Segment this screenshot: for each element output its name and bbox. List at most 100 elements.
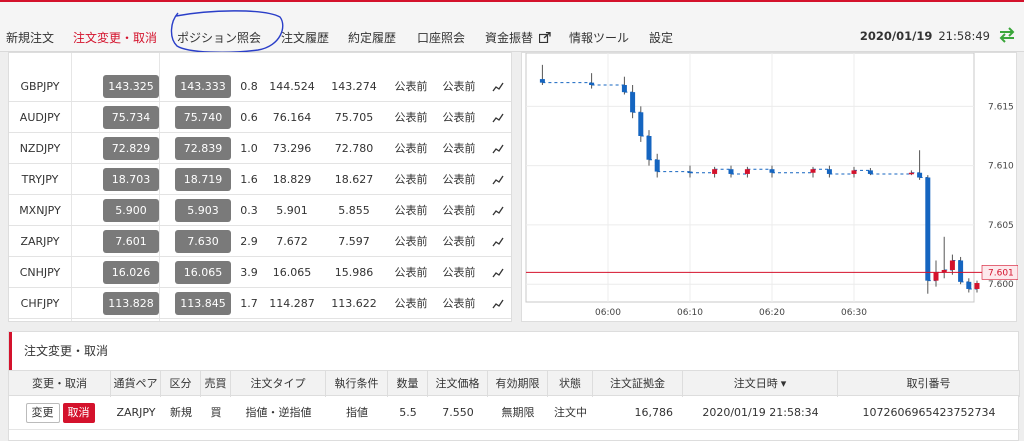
rate-pair: GBPJPY xyxy=(20,80,60,93)
order-col-header-label: 売買 xyxy=(204,377,227,390)
candle-up xyxy=(851,170,857,174)
rate-release-2: 公表前 xyxy=(442,266,476,279)
bid-rate-button[interactable]: 143.325 xyxy=(103,75,159,98)
ask-rate-button[interactable]: 7.630 xyxy=(175,230,231,253)
bid-rate-button[interactable]: 18.703 xyxy=(103,168,159,191)
candle-up xyxy=(810,169,816,173)
rate-release-1: 公表前 xyxy=(394,80,428,93)
rate-release-2: 公表前 xyxy=(442,204,476,217)
candle-down xyxy=(630,92,636,113)
order-type: 指値・逆指値 xyxy=(245,406,312,419)
sync-arrows-icon[interactable] xyxy=(998,26,1016,44)
ask-rate-button[interactable]: 143.333 xyxy=(175,75,231,98)
order-col-header-label: 取引番号 xyxy=(906,377,951,390)
plot-area xyxy=(525,53,975,303)
candle-up xyxy=(933,272,939,281)
mini-chart-icon[interactable] xyxy=(487,288,509,319)
rate-spread: 3.9 xyxy=(240,266,258,279)
nav-fund-transfer[interactable]: 資金振替 xyxy=(485,29,551,46)
mini-chart-icon[interactable] xyxy=(487,195,509,226)
rate-pair: ZARJPY xyxy=(20,235,60,248)
order-col-header: 数量 xyxy=(388,371,428,397)
mini-chart-icon[interactable] xyxy=(487,133,509,164)
nav-settings[interactable]: 設定 xyxy=(649,29,673,46)
rate-row[interactable]: ZARJPY 2.9 7.672 7.597 公表前 公表前 7.601 7.630 xyxy=(9,226,511,257)
candle-up xyxy=(744,169,750,174)
rate-low: 5.855 xyxy=(338,204,370,217)
rate-release-1: 公表前 xyxy=(394,142,428,155)
candle-down xyxy=(917,172,923,178)
candle-up xyxy=(712,169,718,174)
rate-row[interactable]: CNHJPY 3.9 16.065 15.986 公表前 公表前 16.026 16.065 xyxy=(9,257,511,288)
mini-chart-icon[interactable] xyxy=(487,226,509,257)
order-col-header-label: 数量 xyxy=(396,377,419,390)
bid-rate-button[interactable]: 75.734 xyxy=(103,106,159,129)
nav-execution-history[interactable]: 約定履歴 xyxy=(348,29,396,46)
candle-down xyxy=(966,281,972,289)
rate-row[interactable]: GBPJPY 0.8 144.524 143.274 公表前 公表前 143.325 143.… xyxy=(9,71,511,102)
candle-down xyxy=(687,171,693,174)
order-trade-number: 1072606965423752734 xyxy=(862,406,996,419)
bid-rate-button[interactable]: 5.900 xyxy=(103,199,159,222)
nav-new-order[interactable]: 新規注文 xyxy=(6,29,54,46)
nav-account-inquiry[interactable]: 口座照会 xyxy=(417,29,465,46)
candle-down xyxy=(728,169,734,174)
nav-info-tools[interactable]: 情報ツール xyxy=(569,29,629,46)
rate-release-2: 公表前 xyxy=(442,297,476,310)
y-tick-label: 7.605 xyxy=(988,221,1014,231)
rate-row[interactable]: MXNJPY 0.3 5.901 5.855 公表前 公表前 5.900 5.903 xyxy=(9,195,511,226)
candle-down xyxy=(769,169,775,173)
ask-rate-button[interactable]: 18.719 xyxy=(175,168,231,191)
rate-row[interactable]: NZDJPY 1.0 73.296 72.780 公表前 公表前 72.829 72.839 xyxy=(9,133,511,164)
nav-order-history[interactable]: 注文履歴 xyxy=(281,29,329,46)
rate-low: 72.780 xyxy=(334,142,374,155)
server-clock: 2020/01/19 21:58:49 xyxy=(860,29,990,43)
order-col-header-label: 執行条件 xyxy=(334,377,379,390)
ask-rate-button[interactable]: 16.065 xyxy=(175,261,231,284)
order-col-header: 有効期限 xyxy=(488,371,548,397)
candle-down xyxy=(826,169,832,174)
order-condition: 指値 xyxy=(346,406,368,419)
mini-chart-icon[interactable] xyxy=(487,257,509,288)
bid-rate-button[interactable]: 16.026 xyxy=(103,261,159,284)
rate-low: 143.274 xyxy=(331,80,377,93)
candle-down xyxy=(539,79,545,83)
nav-order-change-cancel[interactable]: 注文変更・取消 xyxy=(73,29,157,46)
rate-pair: MXNJPY xyxy=(19,204,61,217)
rate-high: 7.672 xyxy=(276,235,308,248)
order-col-header[interactable]: 注文日時 ▾ xyxy=(683,371,838,397)
current-price-label: 7.601 xyxy=(988,268,1014,278)
y-tick-label: 7.610 xyxy=(988,162,1014,172)
order-col-header-label: 有効期限 xyxy=(495,377,540,390)
mini-chart-icon[interactable] xyxy=(487,164,509,195)
ask-rate-button[interactable]: 5.903 xyxy=(175,199,231,222)
cancel-button[interactable]: 取消 xyxy=(62,403,95,423)
ask-rate-button[interactable]: 113.845 xyxy=(175,292,231,315)
ask-rate-button[interactable]: 75.740 xyxy=(175,106,231,129)
mini-chart-icon[interactable] xyxy=(487,102,509,133)
order-col-header-label: 注文タイプ xyxy=(250,377,306,390)
order-col-header-label: 状態 xyxy=(559,377,581,390)
change-button[interactable]: 変更 xyxy=(25,403,60,423)
rate-row[interactable]: CHFJPY 1.7 114.287 113.622 公表前 公表前 113.828 113.… xyxy=(9,288,511,319)
bid-rate-button[interactable]: 113.828 xyxy=(103,292,159,315)
order-price: 7.550 xyxy=(442,406,474,419)
nav-position-inquiry[interactable]: ポジション照会 xyxy=(177,29,261,46)
candle-down xyxy=(867,170,873,174)
rate-row[interactable]: TRYJPY 1.6 18.829 18.627 公表前 公表前 18.703 18.719 xyxy=(9,164,511,195)
x-tick-label: 06:00 xyxy=(595,308,621,318)
mini-chart-icon[interactable] xyxy=(487,71,509,102)
candle-up xyxy=(974,283,980,289)
order-quantity: 5.5 xyxy=(399,406,417,419)
rate-spread: 0.3 xyxy=(240,204,258,217)
candle-up xyxy=(908,172,914,175)
rate-row[interactable]: AUDJPY 0.6 76.164 75.705 公表前 公表前 75.734 75.740 xyxy=(9,102,511,133)
candlestick-chart[interactable]: 7.600 7.605 7.610 7.615 06:00 06:10 06:20 06:30… xyxy=(522,53,1018,323)
bid-rate-button[interactable]: 72.829 xyxy=(103,137,159,160)
order-col-header: 売買 xyxy=(201,371,231,397)
order-col-header: 状態 xyxy=(548,371,593,397)
ask-rate-button[interactable]: 72.839 xyxy=(175,137,231,160)
rate-pair: AUDJPY xyxy=(19,111,61,124)
bid-rate-button[interactable]: 7.601 xyxy=(103,230,159,253)
x-tick-label: 06:10 xyxy=(677,308,703,318)
